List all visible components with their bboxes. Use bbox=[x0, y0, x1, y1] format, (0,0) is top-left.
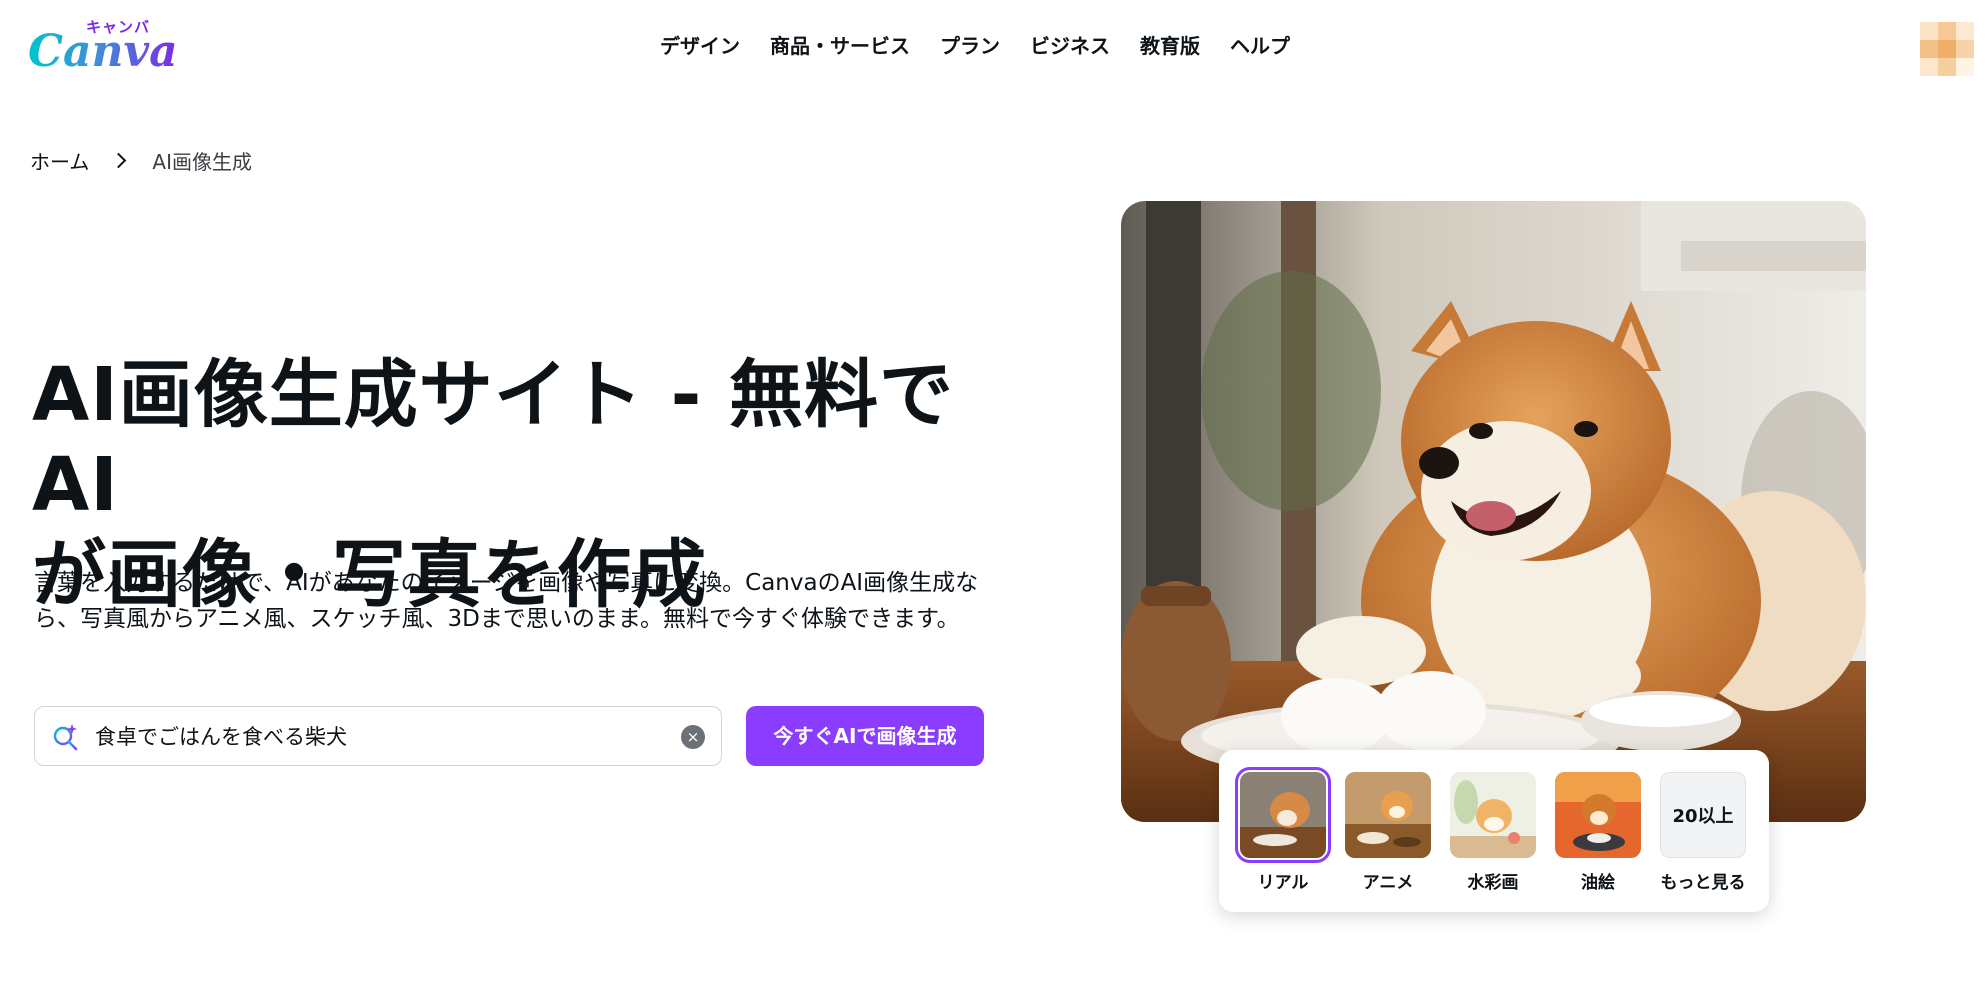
style-option-watercolor[interactable]: 水彩画 bbox=[1447, 772, 1539, 893]
hero-shiba-image bbox=[1121, 201, 1866, 822]
style-selector: リアル アニメ 水彩画 油絵 20以上 もっと見る bbox=[1219, 750, 1769, 912]
breadcrumb: ホーム AI画像生成 bbox=[30, 146, 252, 175]
page-title-line-1: AI画像生成サイト - 無料でAI bbox=[32, 352, 955, 528]
style-label: 水彩画 bbox=[1467, 873, 1519, 893]
nav-item-products[interactable]: 商品・サービス bbox=[770, 30, 910, 59]
real-photo-thumbnail-icon bbox=[1235, 767, 1331, 863]
logo-wordmark: Canva bbox=[28, 26, 178, 77]
main-nav: デザイン 商品・サービス プラン ビジネス 教育版 ヘルプ bbox=[660, 30, 1290, 59]
more-styles-icon: 20以上 bbox=[1660, 772, 1746, 858]
site-header: キャンバ Canva デザイン 商品・サービス プラン ビジネス 教育版 ヘルプ bbox=[0, 0, 1985, 90]
prompt-input[interactable] bbox=[95, 717, 655, 755]
nav-item-design[interactable]: デザイン bbox=[660, 30, 740, 59]
hero-description: 言葉を入力するだけで、AIがあなたのイメージを画像や写真に変換。CanvaのAI… bbox=[34, 570, 979, 632]
nav-item-education[interactable]: 教育版 bbox=[1140, 30, 1200, 59]
style-option-more[interactable]: 20以上 もっと見る bbox=[1657, 772, 1749, 893]
oil-painting-thumbnail-icon bbox=[1555, 772, 1641, 858]
generate-image-button[interactable]: 今すぐAIで画像生成 bbox=[746, 706, 984, 766]
nav-item-help[interactable]: ヘルプ bbox=[1230, 30, 1290, 59]
style-label: もっと見る bbox=[1660, 873, 1746, 893]
breadcrumb-current: AI画像生成 bbox=[152, 150, 252, 174]
style-option-real[interactable]: リアル bbox=[1235, 767, 1331, 893]
breadcrumb-home[interactable]: ホーム bbox=[30, 146, 89, 175]
chevron-right-icon bbox=[111, 152, 127, 169]
prompt-search-box: × bbox=[34, 706, 722, 766]
clear-input-icon[interactable]: × bbox=[681, 725, 705, 749]
style-option-anime[interactable]: アニメ bbox=[1342, 772, 1434, 893]
user-avatar[interactable] bbox=[1920, 22, 1974, 76]
style-label: アニメ bbox=[1362, 873, 1414, 893]
anime-thumbnail-icon bbox=[1345, 772, 1431, 858]
canva-logo[interactable]: キャンバ Canva bbox=[28, 16, 178, 76]
style-label: リアル bbox=[1257, 873, 1309, 893]
nav-item-plans[interactable]: プラン bbox=[940, 30, 1000, 59]
style-label: 油絵 bbox=[1581, 873, 1615, 893]
ai-search-sparkle-icon bbox=[51, 723, 79, 751]
style-option-oil-painting[interactable]: 油絵 bbox=[1552, 772, 1644, 893]
nav-item-business[interactable]: ビジネス bbox=[1030, 30, 1110, 59]
watercolor-thumbnail-icon bbox=[1450, 772, 1536, 858]
